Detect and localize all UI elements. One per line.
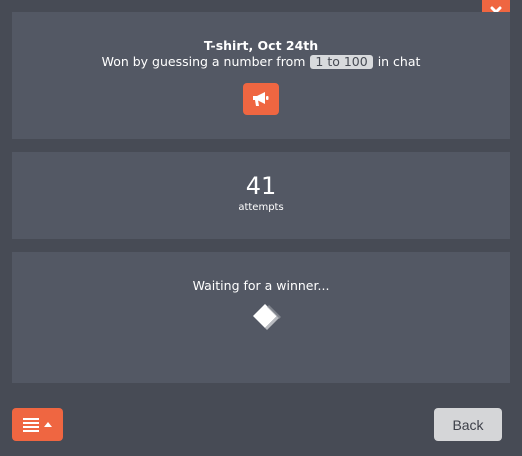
menu-dropdown-button[interactable] bbox=[12, 408, 63, 441]
prize-description-suffix: in chat bbox=[377, 54, 421, 69]
status-panel: Waiting for a winner... bbox=[12, 252, 510, 383]
back-button[interactable]: Back bbox=[434, 408, 502, 441]
diamond-spinner-icon bbox=[253, 304, 281, 330]
prize-panel: T-shirt, Oct 24th Won by guessing a numb… bbox=[12, 12, 510, 139]
footer-bar: Back bbox=[0, 396, 522, 456]
list-icon bbox=[23, 417, 39, 432]
prize-description-prefix: Won by guessing a number from bbox=[101, 54, 306, 69]
attempts-label: attempts bbox=[238, 202, 284, 213]
announce-button[interactable] bbox=[243, 83, 279, 115]
prize-title: T-shirt, Oct 24th bbox=[203, 38, 319, 53]
megaphone-icon bbox=[253, 92, 269, 106]
attempts-count: 41 bbox=[245, 172, 277, 200]
caret-up-icon bbox=[44, 422, 52, 427]
number-range-tag: 1 to 100 bbox=[310, 55, 373, 69]
attempts-panel: 41 attempts bbox=[12, 152, 510, 239]
prize-description: Won by guessing a number from 1 to 100 i… bbox=[12, 54, 510, 70]
waiting-text: Waiting for a winner... bbox=[192, 278, 330, 293]
